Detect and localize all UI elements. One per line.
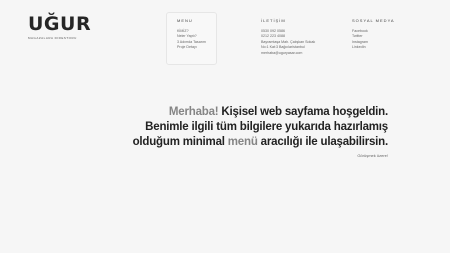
phone-link[interactable]: 0530 092 0586 bbox=[261, 29, 285, 33]
facebook-link[interactable]: Facebook bbox=[352, 29, 368, 33]
linkedin-link[interactable]: LinkedIn bbox=[352, 45, 366, 49]
menu-list: KİMİZ? Neler Yaptı? 3 Adımda Tasarım Pro… bbox=[177, 29, 206, 51]
logo[interactable]: UĞUR MAGAZALARA DIRESTORU bbox=[28, 13, 92, 40]
logo-wordmark: UĞUR bbox=[28, 13, 92, 35]
menu-title: MENU bbox=[177, 18, 193, 23]
hero-signoff: Görüşmek üzere! bbox=[357, 153, 388, 158]
social-item: LinkedIn bbox=[352, 45, 368, 50]
menu-item-link[interactable]: KİMİZ? bbox=[177, 29, 189, 33]
address-line: Bayramtaşa Mah. Çalışkan Sokak bbox=[261, 39, 316, 44]
instagram-link[interactable]: Instagram bbox=[352, 40, 368, 44]
menu-item-link[interactable]: 3 Adımda Tasarım bbox=[177, 40, 206, 44]
logo-tagline: MAGAZALARA DIRESTORU bbox=[28, 36, 77, 40]
hero-menu-word: menü bbox=[227, 136, 258, 148]
hero-greeting: Merhaba! bbox=[168, 106, 219, 118]
hero-line-3-pre: olduğum minimal bbox=[132, 136, 228, 148]
email-link[interactable]: merhaba@uguryasar.com bbox=[261, 51, 302, 55]
social-list: Facebook Twitter Instagram LinkedIn bbox=[352, 29, 368, 51]
phone-link[interactable]: 0212 223 4088 bbox=[261, 34, 285, 38]
twitter-link[interactable]: Twitter bbox=[352, 34, 363, 38]
hero-line-2: Benimle ilgili tüm bilgilere yukarıda ha… bbox=[145, 121, 388, 133]
social-title: SOSYAL MEDYA bbox=[352, 18, 395, 23]
hero-line-1: Merhaba! Kişisel web sayfama hoşgeldin. bbox=[88, 105, 388, 120]
hero-message: Merhaba! Kişisel web sayfama hoşgeldin. … bbox=[88, 105, 389, 150]
contact-title: İLETİŞİM bbox=[261, 18, 286, 23]
menu-item-link[interactable]: Proje Detayı bbox=[177, 45, 197, 49]
contact-list: 0530 092 0586 0212 223 4088 Bayramtaşa M… bbox=[261, 29, 315, 56]
contact-item: merhaba@uguryasar.com bbox=[261, 51, 315, 56]
menu-item-link[interactable]: Neler Yaptı? bbox=[177, 34, 197, 38]
address-line: No:1 Kat:3 Bağcılar/stanbul bbox=[261, 45, 305, 50]
hero-line-3-post: aracılığı ile ulaşabilirsin. bbox=[257, 136, 389, 148]
hero-line-1-text: Kişisel web sayfama hoşgeldin. bbox=[218, 106, 388, 118]
menu-item: Proje Detayı bbox=[177, 45, 206, 50]
hero-line-3: olduğum minimal menü aracılığı ile ulaşa… bbox=[88, 135, 389, 150]
